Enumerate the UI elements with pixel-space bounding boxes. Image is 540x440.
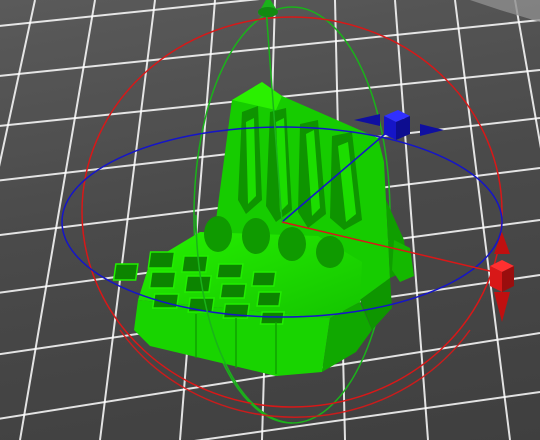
scene-canvas[interactable]	[0, 0, 540, 440]
printed-model[interactable]	[112, 82, 414, 376]
3d-viewport[interactable]	[0, 0, 540, 440]
cube-icon	[384, 110, 410, 140]
cube-icon	[490, 260, 514, 292]
model-side-tab	[392, 240, 414, 282]
bed-corner-edge	[470, 0, 540, 22]
